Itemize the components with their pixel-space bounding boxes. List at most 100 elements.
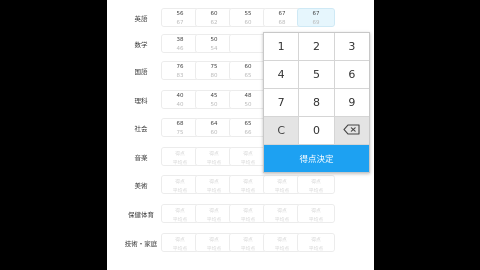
score-cell[interactable]: 得点平均点 bbox=[161, 175, 199, 194]
average-value: 平均点 bbox=[274, 247, 290, 252]
score-value: 得点 bbox=[243, 152, 253, 157]
average-value: 75 bbox=[176, 130, 184, 136]
score-value: 64 bbox=[210, 121, 218, 127]
confirm-score-button[interactable]: 得点決定 bbox=[264, 145, 369, 172]
score-value: 60 bbox=[210, 11, 218, 17]
score-cell[interactable]: 60 65 bbox=[229, 61, 267, 80]
score-cell[interactable]: 60 62 bbox=[195, 8, 233, 27]
average-value: 平均点 bbox=[172, 189, 188, 194]
score-cell[interactable]: 50 54 bbox=[195, 34, 233, 53]
key-0[interactable]: 0 bbox=[299, 117, 335, 145]
score-cell[interactable]: 得点平均点 bbox=[263, 204, 301, 223]
score-cell[interactable]: 得点平均点 bbox=[297, 204, 335, 223]
score-cell[interactable]: 40 40 bbox=[161, 90, 199, 109]
key-4[interactable]: 4 bbox=[264, 61, 300, 89]
average-value: 80 bbox=[210, 73, 218, 79]
average-value: 67 bbox=[176, 20, 184, 26]
score-value: 得点 bbox=[243, 209, 253, 214]
score-value: 得点 bbox=[209, 238, 219, 243]
score-cell[interactable]: 75 80 bbox=[195, 61, 233, 80]
score-value: 60 bbox=[244, 64, 252, 70]
key-5[interactable]: 5 bbox=[299, 61, 335, 89]
score-value: 得点 bbox=[175, 209, 185, 214]
backspace-key[interactable] bbox=[334, 117, 369, 145]
score-value: 45 bbox=[210, 93, 218, 99]
average-value: 62 bbox=[210, 20, 218, 26]
score-value: 40 bbox=[176, 93, 184, 99]
score-cell[interactable]: 55 60 bbox=[229, 8, 267, 27]
key-7[interactable]: 7 bbox=[264, 89, 300, 117]
score-entry-screen: 英語 数学 国語 理科 社会 音楽 美術 保健体育 技術・家庭 56 67 60 62 55 60 67 68… bbox=[107, 0, 374, 270]
score-cell[interactable]: 得点平均点 bbox=[263, 233, 301, 252]
average-value: 平均点 bbox=[206, 189, 222, 194]
score-cell[interactable]: 得点平均点 bbox=[297, 233, 335, 252]
average-value: 平均点 bbox=[206, 161, 222, 166]
score-cell[interactable]: 得点平均点 bbox=[229, 147, 267, 166]
average-value: 平均点 bbox=[206, 218, 222, 223]
score-cell[interactable]: 得点平均点 bbox=[297, 175, 335, 194]
score-cell[interactable]: 得点平均点 bbox=[263, 175, 301, 194]
score-value: 得点 bbox=[277, 180, 287, 185]
score-value: 38 bbox=[176, 37, 184, 43]
key-1[interactable]: 1 bbox=[264, 33, 300, 61]
score-value: 得点 bbox=[311, 209, 321, 214]
key-8[interactable]: 8 bbox=[299, 89, 335, 117]
score-cell[interactable]: 得点平均点 bbox=[161, 147, 199, 166]
average-value: 平均点 bbox=[240, 247, 256, 252]
score-value: 得点 bbox=[277, 238, 287, 243]
score-value: 67 bbox=[312, 11, 320, 17]
score-cell[interactable]: 67 68 bbox=[263, 8, 301, 27]
score-value: 得点 bbox=[311, 180, 321, 185]
average-value: 50 bbox=[210, 102, 218, 108]
key-2[interactable]: 2 bbox=[299, 33, 335, 61]
score-cell[interactable]: 得点平均点 bbox=[195, 147, 233, 166]
score-cell[interactable]: 38 46 bbox=[161, 34, 199, 53]
clear-key[interactable]: C bbox=[264, 117, 300, 145]
average-value: 54 bbox=[210, 46, 218, 52]
key-6[interactable]: 6 bbox=[334, 61, 369, 89]
score-value: 得点 bbox=[209, 152, 219, 157]
score-cell[interactable]: 得点平均点 bbox=[229, 233, 267, 252]
average-value: 40 bbox=[176, 102, 184, 108]
score-cell[interactable]: 45 50 bbox=[195, 90, 233, 109]
average-value: 平均点 bbox=[240, 189, 256, 194]
score-cell[interactable]: 得点平均点 bbox=[195, 175, 233, 194]
score-cell[interactable]: 48 50 bbox=[229, 90, 267, 109]
average-value: 50 bbox=[244, 102, 252, 108]
average-value: 平均点 bbox=[308, 218, 324, 223]
score-cell[interactable]: 得点平均点 bbox=[229, 204, 267, 223]
key-9[interactable]: 9 bbox=[334, 89, 369, 117]
score-value: 得点 bbox=[175, 152, 185, 157]
score-cell[interactable]: 得点平均点 bbox=[161, 233, 199, 252]
average-value: 83 bbox=[176, 73, 184, 79]
key-3[interactable]: 3 bbox=[334, 33, 369, 61]
score-value: 得点 bbox=[243, 180, 253, 185]
score-value: 得点 bbox=[209, 209, 219, 214]
score-cell[interactable]: 得点平均点 bbox=[195, 204, 233, 223]
score-cell[interactable]: 76 83 bbox=[161, 61, 199, 80]
number-keypad: 1 2 3 4 5 6 7 8 9 C 0 得点決定 bbox=[263, 32, 370, 173]
average-value: 69 bbox=[312, 20, 320, 26]
average-value: 平均点 bbox=[308, 189, 324, 194]
score-value: 75 bbox=[210, 64, 218, 70]
score-cell[interactable]: 67 69 bbox=[297, 8, 335, 27]
score-cell[interactable]: 64 60 bbox=[195, 118, 233, 137]
score-cell[interactable]: 56 67 bbox=[161, 8, 199, 27]
score-cell[interactable]: 68 75 bbox=[161, 118, 199, 137]
score-cell[interactable]: 得点平均点 bbox=[195, 233, 233, 252]
average-value: 平均点 bbox=[172, 161, 188, 166]
average-value: 平均点 bbox=[240, 218, 256, 223]
average-value: 65 bbox=[244, 73, 252, 79]
score-cell[interactable]: 得点平均点 bbox=[161, 204, 199, 223]
score-cell[interactable]: 65 66 bbox=[229, 118, 267, 137]
score-value: 得点 bbox=[277, 209, 287, 214]
score-value: 55 bbox=[244, 11, 252, 17]
score-value: 68 bbox=[176, 121, 184, 127]
average-value: 平均点 bbox=[274, 189, 290, 194]
score-value: 48 bbox=[244, 93, 252, 99]
score-value: 得点 bbox=[175, 238, 185, 243]
score-cell[interactable] bbox=[229, 34, 267, 53]
score-value: 得点 bbox=[209, 180, 219, 185]
average-value: 60 bbox=[210, 130, 218, 136]
score-cell[interactable]: 得点平均点 bbox=[229, 175, 267, 194]
